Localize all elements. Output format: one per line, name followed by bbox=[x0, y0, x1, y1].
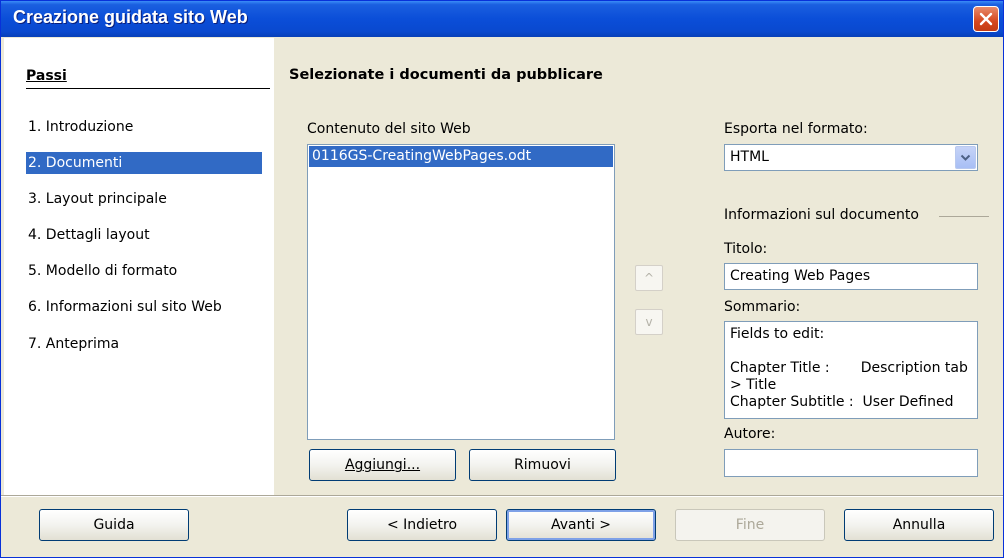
summary-label: Sommario: bbox=[724, 299, 801, 315]
dropdown-button[interactable] bbox=[955, 146, 976, 169]
section-divider bbox=[939, 216, 989, 217]
remove-button-label: Rimuovi bbox=[514, 457, 571, 473]
site-content-label: Contenuto del sito Web bbox=[307, 121, 471, 137]
next-button[interactable]: Avanti > bbox=[506, 509, 656, 541]
remove-button[interactable]: Rimuovi bbox=[469, 449, 616, 481]
cancel-button-label: Annulla bbox=[892, 517, 946, 533]
author-input[interactable] bbox=[724, 449, 978, 477]
title-bar[interactable]: Creazione guidata sito Web bbox=[1, 1, 1003, 37]
add-button-label: Aggiungi... bbox=[344, 457, 421, 473]
steps-header: Passi bbox=[26, 68, 67, 84]
move-up-button[interactable]: ^ bbox=[635, 265, 663, 291]
finish-button-label: Fine bbox=[735, 517, 765, 533]
steps-panel: Passi 1. Introduzione 2. Documenti 3. La… bbox=[4, 38, 274, 495]
window-title: Creazione guidata sito Web bbox=[13, 7, 248, 27]
step-introduction[interactable]: 1. Introduzione bbox=[26, 116, 262, 138]
step-site-info[interactable]: 6. Informazioni sul sito Web bbox=[26, 296, 262, 318]
chevron-down-icon: v bbox=[645, 315, 653, 329]
finish-button: Fine bbox=[675, 509, 825, 541]
add-button[interactable]: Aggiungi... bbox=[309, 449, 456, 481]
list-item[interactable]: 0116GS-CreatingWebPages.odt bbox=[309, 146, 613, 167]
export-format-select[interactable]: HTML bbox=[724, 144, 978, 171]
step-preview[interactable]: 7. Anteprima bbox=[26, 333, 262, 355]
author-label: Autore: bbox=[724, 426, 776, 442]
step-main-layout[interactable]: 3. Layout principale bbox=[26, 188, 262, 210]
web-wizard-dialog: Creazione guidata sito Web Passi 1. Intr… bbox=[0, 0, 1004, 558]
steps-divider bbox=[26, 88, 270, 89]
back-button-label: < Indietro bbox=[386, 517, 458, 533]
help-button[interactable]: Guida bbox=[39, 509, 189, 541]
chevron-down-icon bbox=[960, 154, 971, 161]
export-format-value: HTML bbox=[730, 149, 769, 165]
step-documents[interactable]: 2. Documenti bbox=[26, 152, 262, 174]
close-button[interactable] bbox=[973, 6, 999, 32]
page-heading: Selezionate i documenti da pubblicare bbox=[289, 67, 603, 83]
documents-listbox[interactable]: 0116GS-CreatingWebPages.odt bbox=[307, 144, 615, 440]
document-info-section-label: Informazioni sul documento bbox=[724, 207, 919, 223]
step-style[interactable]: 5. Modello di formato bbox=[26, 260, 262, 282]
chevron-up-icon: ^ bbox=[643, 271, 655, 285]
title-label: Titolo: bbox=[724, 241, 768, 257]
step-layout-details[interactable]: 4. Dettagli layout bbox=[26, 224, 262, 246]
back-button[interactable]: < Indietro bbox=[347, 509, 497, 541]
title-input[interactable]: Creating Web Pages bbox=[724, 263, 978, 290]
next-button-label: Avanti > bbox=[550, 517, 612, 533]
cancel-button[interactable]: Annulla bbox=[844, 509, 994, 541]
move-down-button[interactable]: v bbox=[635, 309, 663, 335]
close-icon bbox=[979, 12, 993, 26]
footer-divider bbox=[1, 495, 1003, 497]
export-format-label: Esporta nel formato: bbox=[724, 121, 868, 137]
summary-textarea[interactable]: Fields to edit: Chapter Title : Descript… bbox=[724, 321, 978, 419]
help-button-label: Guida bbox=[93, 517, 135, 533]
